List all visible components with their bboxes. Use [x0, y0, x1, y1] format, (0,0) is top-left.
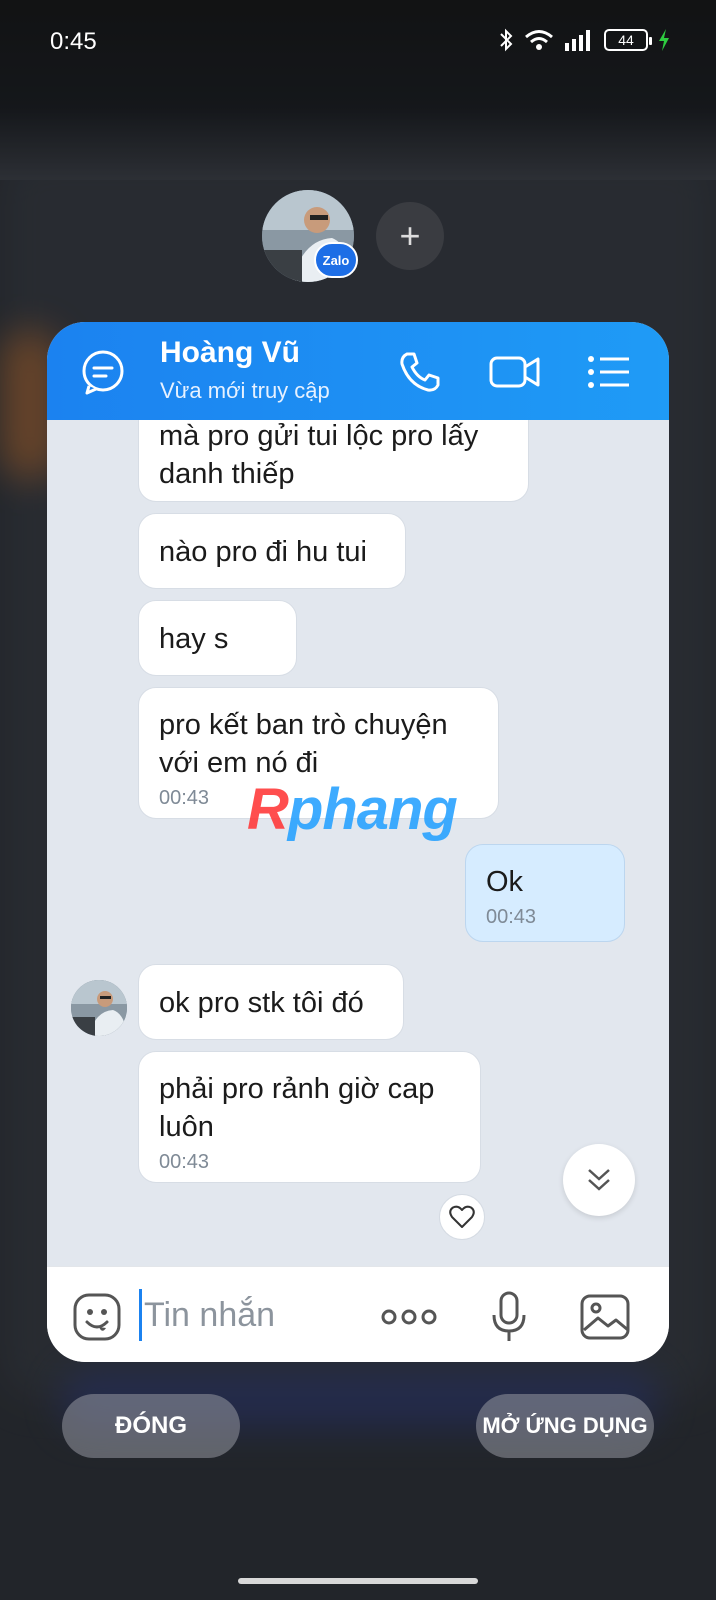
- message-text: pro kết ban trò chuyện với em nó đi: [159, 709, 448, 779]
- sender-avatar[interactable]: [71, 980, 127, 1036]
- status-bar: 0:45 44: [0, 0, 716, 84]
- message-list[interactable]: mà pro gửi tui lộc pro lấy danh thiếp nà…: [47, 420, 669, 1266]
- message-text: nào pro đi hu tui: [159, 536, 367, 568]
- battery-level: 44: [618, 32, 634, 48]
- message-text: mà pro gửi tui lộc pro lấy danh thiếp: [159, 420, 479, 490]
- bluetooth-icon: [500, 28, 513, 52]
- react-heart-button[interactable]: [439, 1194, 485, 1240]
- message-received[interactable]: nào pro đi hu tui: [138, 513, 406, 589]
- microphone-icon[interactable]: [481, 1289, 537, 1345]
- zalo-badge: Zalo: [314, 242, 358, 278]
- status-time: 0:45: [50, 28, 97, 55]
- chat-window: Hoàng Vũ Vừa mới truy cập mà pro gửi tui…: [47, 322, 669, 1362]
- phone-call-icon[interactable]: [391, 344, 447, 400]
- scroll-to-bottom-button[interactable]: [563, 1144, 635, 1216]
- message-text: Ok: [486, 866, 524, 898]
- home-indicator[interactable]: [238, 1578, 478, 1584]
- add-bubble-button[interactable]: +: [376, 202, 444, 270]
- message-text: ok pro stk tôi đó: [159, 987, 364, 1019]
- chat-header: Hoàng Vũ Vừa mới truy cập: [47, 322, 669, 420]
- sticker-icon[interactable]: [69, 1289, 125, 1345]
- message-input-bar: [47, 1266, 669, 1362]
- image-gallery-icon[interactable]: [577, 1289, 633, 1345]
- message-text: phải pro rảnh giờ cap luôn: [159, 1073, 435, 1143]
- avatar-photo: [71, 980, 127, 1036]
- chat-bubble-icon[interactable]: [75, 344, 131, 400]
- open-app-button[interactable]: MỞ ỨNG DỤNG: [476, 1394, 654, 1458]
- message-received[interactable]: phải pro rảnh giờ cap luôn 00:43: [138, 1051, 481, 1183]
- status-icons: 44: [498, 28, 670, 52]
- message-received[interactable]: ok pro stk tôi đó: [138, 964, 404, 1040]
- watermark-logo: Rphang: [247, 776, 458, 843]
- close-button[interactable]: ĐÓNG: [62, 1394, 240, 1458]
- contact-name[interactable]: Hoàng Vũ: [160, 336, 300, 370]
- message-input[interactable]: [139, 1289, 369, 1341]
- charging-icon: [659, 29, 669, 51]
- signal-icon: [565, 30, 590, 51]
- more-options-icon[interactable]: [381, 1289, 437, 1345]
- wifi-icon: [525, 30, 553, 50]
- menu-list-icon[interactable]: [581, 344, 637, 400]
- message-time: 00:43: [159, 1151, 210, 1173]
- message-received[interactable]: mà pro gửi tui lộc pro lấy danh thiếp: [138, 420, 529, 502]
- watermark-part2: phang: [287, 777, 458, 842]
- heart-icon: [449, 1205, 475, 1228]
- watermark-part1: R: [247, 777, 289, 842]
- message-text: hay s: [159, 623, 229, 655]
- message-received[interactable]: hay s: [138, 600, 297, 676]
- message-sent[interactable]: Ok 00:43: [465, 844, 625, 942]
- battery-icon: 44: [604, 29, 652, 51]
- video-call-icon[interactable]: [487, 344, 543, 400]
- message-time: 00:43: [486, 906, 537, 928]
- double-chevron-down-icon: [588, 1169, 610, 1191]
- contact-status: Vừa mới truy cập: [160, 378, 330, 403]
